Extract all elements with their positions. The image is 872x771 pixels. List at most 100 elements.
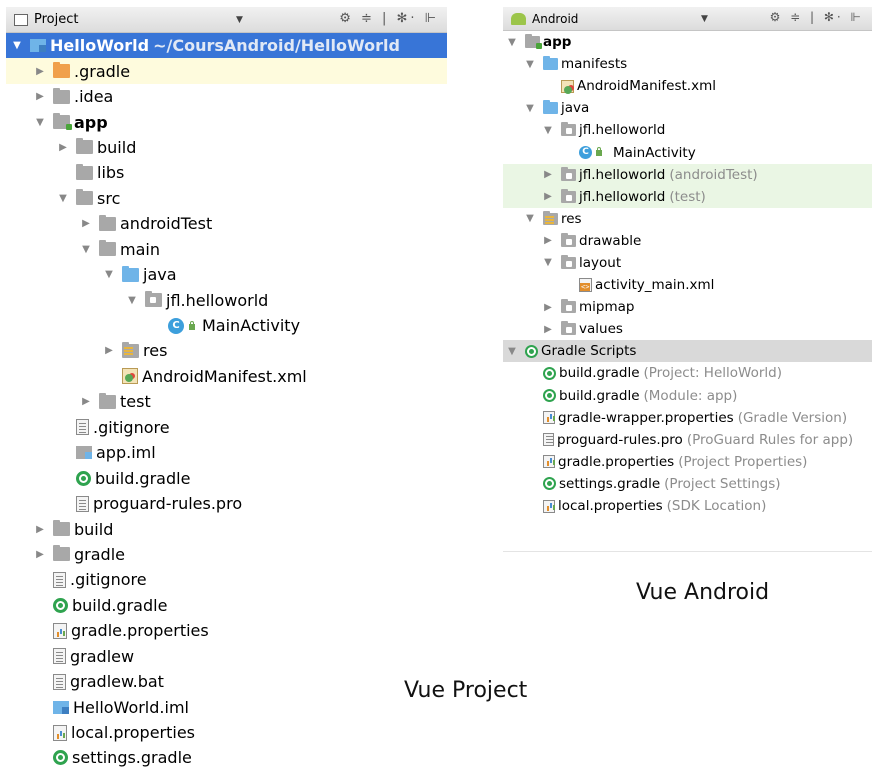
- resources-folder-icon: [543, 210, 558, 225]
- tree-node-detail: (SDK Location): [666, 498, 767, 515]
- tree-node[interactable]: ▶gradle.properties: [6, 618, 447, 643]
- tree-node[interactable]: ▶proguard-rules.pro: [6, 491, 447, 516]
- expand-arrow-icon[interactable]: ▼: [505, 37, 519, 48]
- gradle-icon: [543, 366, 556, 380]
- tree-node[interactable]: ▼ java: [503, 97, 872, 119]
- tree-node[interactable]: ▶settings.gradle(Project Settings): [503, 473, 872, 495]
- tree-node[interactable]: ▶ res: [6, 338, 447, 363]
- collapse-arrow-icon[interactable]: ▶: [541, 302, 555, 313]
- tree-node[interactable]: ▼ layout: [503, 252, 872, 274]
- tree-node[interactable]: ▼ manifests: [503, 53, 872, 75]
- tree-node[interactable]: ▶ mipmap: [503, 296, 872, 318]
- collapse-arrow-icon[interactable]: ▶: [33, 524, 47, 535]
- tree-node-label: AndroidManifest.xml: [142, 366, 307, 386]
- expand-arrow-icon[interactable]: ▼: [102, 269, 116, 280]
- tree-node[interactable]: ▼ res: [503, 208, 872, 230]
- collapse-arrow-icon[interactable]: ▶: [541, 235, 555, 246]
- expand-arrow-icon[interactable]: ▼: [10, 40, 24, 51]
- expand-arrow-icon[interactable]: ▼: [541, 257, 555, 268]
- expand-arrow-icon[interactable]: ▼: [541, 125, 555, 136]
- tree-node[interactable]: ▶AndroidManifest.xml: [6, 364, 447, 389]
- tree-node-label: libs: [97, 163, 125, 183]
- tree-node[interactable]: ▼ Gradle Scripts: [503, 340, 872, 363]
- tree-node[interactable]: ▶build.gradle: [6, 593, 447, 618]
- tree-node[interactable]: ▶ test: [6, 389, 447, 414]
- tree-node[interactable]: ▶ build: [6, 135, 447, 160]
- expand-arrow-icon[interactable]: ▼: [523, 213, 537, 224]
- tree-node[interactable]: ▶HelloWorld.iml: [6, 694, 447, 719]
- tree-node-label: jfl.helloworld: [579, 188, 666, 205]
- view-selector[interactable]: Android: [532, 12, 578, 26]
- text-file-icon: [53, 673, 66, 690]
- tree-node[interactable]: ▶local.properties(SDK Location): [503, 495, 872, 517]
- collapse-arrow-icon[interactable]: ▶: [33, 549, 47, 560]
- tree-node-label: app.iml: [96, 443, 156, 463]
- toolbar-actions[interactable]: ⚙ ≑ | ✻· ⊩: [770, 10, 864, 24]
- tree-node[interactable]: ▶app.iml: [6, 440, 447, 465]
- collapse-arrow-icon[interactable]: ▶: [79, 218, 93, 229]
- collapse-arrow-icon[interactable]: ▶: [541, 169, 555, 180]
- tree-node[interactable]: ▶settings.gradle: [6, 745, 447, 770]
- tree-node[interactable]: ▶ gradle: [6, 542, 447, 567]
- tree-node[interactable]: ▶gradlew.bat: [6, 669, 447, 694]
- expand-arrow-icon[interactable]: ▼: [523, 103, 537, 114]
- tree-node[interactable]: ▼ src: [6, 186, 447, 211]
- tree-node-label: jfl.helloworld: [579, 122, 666, 139]
- tree-node[interactable]: ▶ .gradle: [6, 58, 447, 84]
- tree-node[interactable]: ▼ HelloWorld ~/CoursAndroid/HelloWorld: [6, 33, 447, 59]
- collapse-arrow-icon[interactable]: ▶: [541, 191, 555, 202]
- collapse-arrow-icon[interactable]: ▶: [33, 66, 47, 77]
- tree-node[interactable]: ▶CMainActivity: [6, 313, 447, 338]
- module-file-icon: [30, 39, 46, 53]
- tree-node[interactable]: ▶ values: [503, 318, 872, 340]
- tree-node[interactable]: ▶gradle.properties(Project Properties): [503, 451, 872, 473]
- tree-node[interactable]: ▶libs: [6, 160, 447, 185]
- collapse-arrow-icon[interactable]: ▶: [33, 91, 47, 102]
- manifest-icon: [122, 368, 138, 385]
- tree-node[interactable]: ▼ java: [6, 262, 447, 287]
- tree-node[interactable]: ▶build.gradle(Project: HelloWorld): [503, 362, 872, 384]
- view-selector-dropdown-icon[interactable]: ▼: [701, 14, 708, 24]
- view-selector-dropdown-icon[interactable]: ▼: [236, 15, 243, 25]
- collapse-arrow-icon[interactable]: ▶: [56, 142, 70, 153]
- tree-node[interactable]: ▼ app: [6, 109, 447, 134]
- tree-node[interactable]: ▶build.gradle: [6, 465, 447, 490]
- tree-node[interactable]: ▶activity_main.xml: [503, 274, 872, 296]
- tree-node[interactable]: ▶AndroidManifest.xml: [503, 75, 872, 97]
- tree-node[interactable]: ▼ jfl.helloworld: [6, 287, 447, 312]
- gradle-icon: [53, 750, 68, 766]
- toolbar-actions[interactable]: ⚙ ≑ | ✻· ⊩: [339, 11, 439, 26]
- expand-arrow-icon[interactable]: ▼: [523, 59, 537, 70]
- tree-node-label: java: [561, 100, 590, 117]
- tree-node[interactable]: ▶ build: [6, 516, 447, 541]
- expand-arrow-icon[interactable]: ▼: [505, 346, 519, 357]
- tree-node[interactable]: ▶CMainActivity: [503, 141, 872, 163]
- tree-node[interactable]: ▼ app: [503, 31, 872, 53]
- tree-node-label: build.gradle: [559, 387, 640, 404]
- expand-arrow-icon[interactable]: ▼: [79, 244, 93, 255]
- tree-node[interactable]: ▼ jfl.helloworld: [503, 119, 872, 141]
- tree-node[interactable]: ▶ .idea: [6, 84, 447, 109]
- tree-node[interactable]: ▶ androidTest: [6, 211, 447, 236]
- tree-node[interactable]: ▶ drawable: [503, 230, 872, 252]
- collapse-arrow-icon[interactable]: ▶: [541, 324, 555, 335]
- tree-node[interactable]: ▶ jfl.helloworld (test): [503, 185, 872, 208]
- expand-arrow-icon[interactable]: ▼: [56, 193, 70, 204]
- tree-node[interactable]: ▶gradlew: [6, 644, 447, 669]
- android-icon: [511, 12, 526, 25]
- collapse-arrow-icon[interactable]: ▶: [79, 396, 93, 407]
- tree-node[interactable]: ▶ jfl.helloworld (androidTest): [503, 163, 872, 186]
- tree-node[interactable]: ▶.gitignore: [6, 567, 447, 592]
- tree-node[interactable]: ▶local.properties: [6, 720, 447, 745]
- tree-node[interactable]: ▶proguard-rules.pro(ProGuard Rules for a…: [503, 429, 872, 451]
- collapse-arrow-icon[interactable]: ▶: [102, 345, 116, 356]
- properties-file-icon: [53, 622, 67, 639]
- view-selector[interactable]: Project: [34, 12, 78, 27]
- tree-node[interactable]: ▶build.gradle(Module: app): [503, 385, 872, 407]
- expand-arrow-icon[interactable]: ▼: [33, 117, 47, 128]
- tree-node[interactable]: ▶.gitignore: [6, 415, 447, 440]
- tree-node-label: MainActivity: [202, 316, 301, 336]
- tree-node[interactable]: ▶gradle-wrapper.properties(Gradle Versio…: [503, 407, 872, 429]
- tree-node[interactable]: ▼ main: [6, 237, 447, 262]
- expand-arrow-icon[interactable]: ▼: [125, 295, 139, 306]
